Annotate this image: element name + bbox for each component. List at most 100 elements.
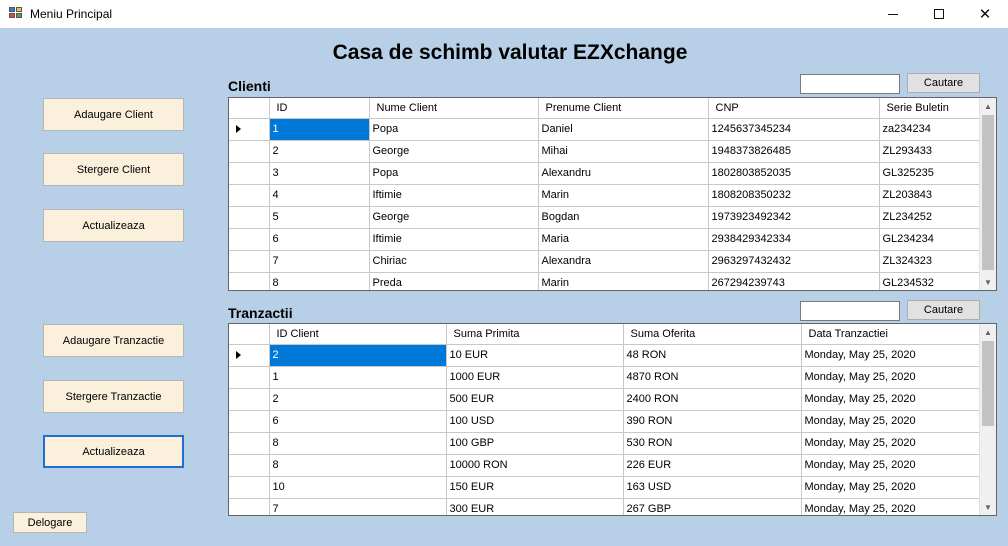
table-cell[interactable]: Monday, May 25, 2020	[801, 454, 982, 477]
delete-transaction-button[interactable]: Stergere Tranzactie	[43, 380, 184, 413]
table-cell[interactable]: Marin	[538, 184, 709, 207]
row-header[interactable]	[229, 476, 270, 499]
maximize-button[interactable]	[916, 0, 962, 28]
add-transaction-button[interactable]: Adaugare Tranzactie	[43, 324, 184, 357]
table-cell[interactable]: ZL324323	[879, 250, 982, 273]
table-cell[interactable]: 8	[269, 454, 447, 477]
scroll-up-icon[interactable]: ▲	[980, 98, 996, 114]
table-cell[interactable]: Mihai	[538, 140, 709, 163]
table-cell[interactable]: 4870 RON	[623, 366, 802, 389]
column-header[interactable]: ID Client	[269, 324, 447, 345]
table-cell[interactable]: Monday, May 25, 2020	[801, 366, 982, 389]
table-cell[interactable]: Monday, May 25, 2020	[801, 388, 982, 411]
table-cell[interactable]: 8	[269, 272, 370, 290]
table-cell[interactable]: 1	[269, 118, 370, 141]
table-cell[interactable]: Popa	[369, 118, 539, 141]
scroll-down-icon[interactable]: ▼	[980, 274, 996, 290]
table-cell[interactable]: 100 GBP	[446, 432, 624, 455]
table-cell[interactable]: Maria	[538, 228, 709, 251]
table-cell[interactable]: 1808208350232	[708, 184, 880, 207]
table-cell[interactable]: GL234234	[879, 228, 982, 251]
table-cell[interactable]: 530 RON	[623, 432, 802, 455]
row-header[interactable]	[229, 498, 270, 515]
table-cell[interactable]: 226 EUR	[623, 454, 802, 477]
table-cell[interactable]: GL325235	[879, 162, 982, 185]
table-row[interactable]: 4 Iftimie Marin 1808208350232 ZL203843	[229, 184, 982, 207]
table-cell[interactable]: 100 USD	[446, 410, 624, 433]
table-cell[interactable]: 2	[269, 344, 447, 367]
table-cell[interactable]: 6	[269, 410, 447, 433]
table-cell[interactable]: 1245637345234	[708, 118, 880, 141]
table-row[interactable]: 8 Preda Marin 267294239743 GL234532	[229, 272, 982, 290]
scroll-thumb[interactable]	[982, 115, 994, 270]
table-cell[interactable]: Bogdan	[538, 206, 709, 229]
table-cell[interactable]: 8	[269, 432, 447, 455]
table-cell[interactable]: Iftimie	[369, 228, 539, 251]
table-row[interactable]: 6 100 USD 390 RON Monday, May 25, 2020	[229, 410, 982, 433]
table-cell[interactable]: 1802803852035	[708, 162, 880, 185]
table-cell[interactable]: 48 RON	[623, 344, 802, 367]
row-header[interactable]	[229, 344, 270, 367]
transactions-grid[interactable]: ID Client Suma Primita Suma Oferita Data…	[228, 323, 997, 516]
clients-search-button[interactable]: Cautare	[907, 73, 980, 93]
table-cell[interactable]: 2400 RON	[623, 388, 802, 411]
table-row[interactable]: 5 George Bogdan 1973923492342 ZL234252	[229, 206, 982, 229]
table-cell[interactable]: 7	[269, 250, 370, 273]
table-cell[interactable]: ZL293433	[879, 140, 982, 163]
table-cell[interactable]: 4	[269, 184, 370, 207]
table-cell[interactable]: 5	[269, 206, 370, 229]
table-row[interactable]: 1 1000 EUR 4870 RON Monday, May 25, 2020	[229, 366, 982, 389]
table-cell[interactable]: za234234	[879, 118, 982, 141]
row-header[interactable]	[229, 388, 270, 411]
delete-client-button[interactable]: Stergere Client	[43, 153, 184, 186]
transactions-search-input[interactable]	[800, 301, 900, 321]
column-header[interactable]: CNP	[708, 98, 880, 119]
column-header[interactable]: Nume Client	[369, 98, 539, 119]
table-cell[interactable]: 2938429342334	[708, 228, 880, 251]
row-header[interactable]	[229, 206, 270, 229]
update-transactions-button[interactable]: Actualizeaza	[43, 435, 184, 468]
table-cell[interactable]: 1973923492342	[708, 206, 880, 229]
table-row[interactable]: 8 100 GBP 530 RON Monday, May 25, 2020	[229, 432, 982, 455]
table-cell[interactable]: 300 EUR	[446, 498, 624, 515]
clients-grid[interactable]: ID Nume Client Prenume Client CNP Serie …	[228, 97, 997, 291]
table-cell[interactable]: Preda	[369, 272, 539, 290]
table-cell[interactable]: 7	[269, 498, 447, 515]
row-header[interactable]	[229, 432, 270, 455]
row-header[interactable]	[229, 140, 270, 163]
row-header[interactable]	[229, 410, 270, 433]
table-cell[interactable]: Iftimie	[369, 184, 539, 207]
table-cell[interactable]: George	[369, 206, 539, 229]
row-header[interactable]	[229, 454, 270, 477]
table-cell[interactable]: 1948373826485	[708, 140, 880, 163]
row-header[interactable]	[229, 228, 270, 251]
table-cell[interactable]: 10000 RON	[446, 454, 624, 477]
table-cell[interactable]: Monday, May 25, 2020	[801, 432, 982, 455]
update-clients-button[interactable]: Actualizeaza	[43, 209, 184, 242]
column-header[interactable]: Serie Buletin	[879, 98, 982, 119]
row-header[interactable]	[229, 250, 270, 273]
table-cell[interactable]: 6	[269, 228, 370, 251]
logout-button[interactable]: Delogare	[13, 512, 87, 533]
table-row[interactable]: 2 10 EUR 48 RON Monday, May 25, 2020	[229, 344, 982, 367]
table-cell[interactable]: Marin	[538, 272, 709, 290]
table-cell[interactable]: 163 USD	[623, 476, 802, 499]
add-client-button[interactable]: Adaugare Client	[43, 98, 184, 131]
table-row[interactable]: 2 500 EUR 2400 RON Monday, May 25, 2020	[229, 388, 982, 411]
column-header[interactable]: Suma Primita	[446, 324, 624, 345]
table-cell[interactable]: GL234532	[879, 272, 982, 290]
column-header[interactable]: Prenume Client	[538, 98, 709, 119]
table-cell[interactable]: Daniel	[538, 118, 709, 141]
minimize-button[interactable]	[870, 0, 916, 28]
table-cell[interactable]: 1	[269, 366, 447, 389]
table-row[interactable]: 7 300 EUR 267 GBP Monday, May 25, 2020	[229, 498, 982, 515]
clients-scrollbar[interactable]: ▲ ▼	[979, 98, 996, 290]
table-cell[interactable]: 500 EUR	[446, 388, 624, 411]
table-cell[interactable]: 3	[269, 162, 370, 185]
transactions-search-button[interactable]: Cautare	[907, 300, 980, 320]
table-row[interactable]: 10 150 EUR 163 USD Monday, May 25, 2020	[229, 476, 982, 499]
table-cell[interactable]: 267294239743	[708, 272, 880, 290]
table-cell[interactable]: 10 EUR	[446, 344, 624, 367]
table-cell[interactable]: Monday, May 25, 2020	[801, 410, 982, 433]
table-row[interactable]: 7 Chiriac Alexandra 2963297432432 ZL3243…	[229, 250, 982, 273]
